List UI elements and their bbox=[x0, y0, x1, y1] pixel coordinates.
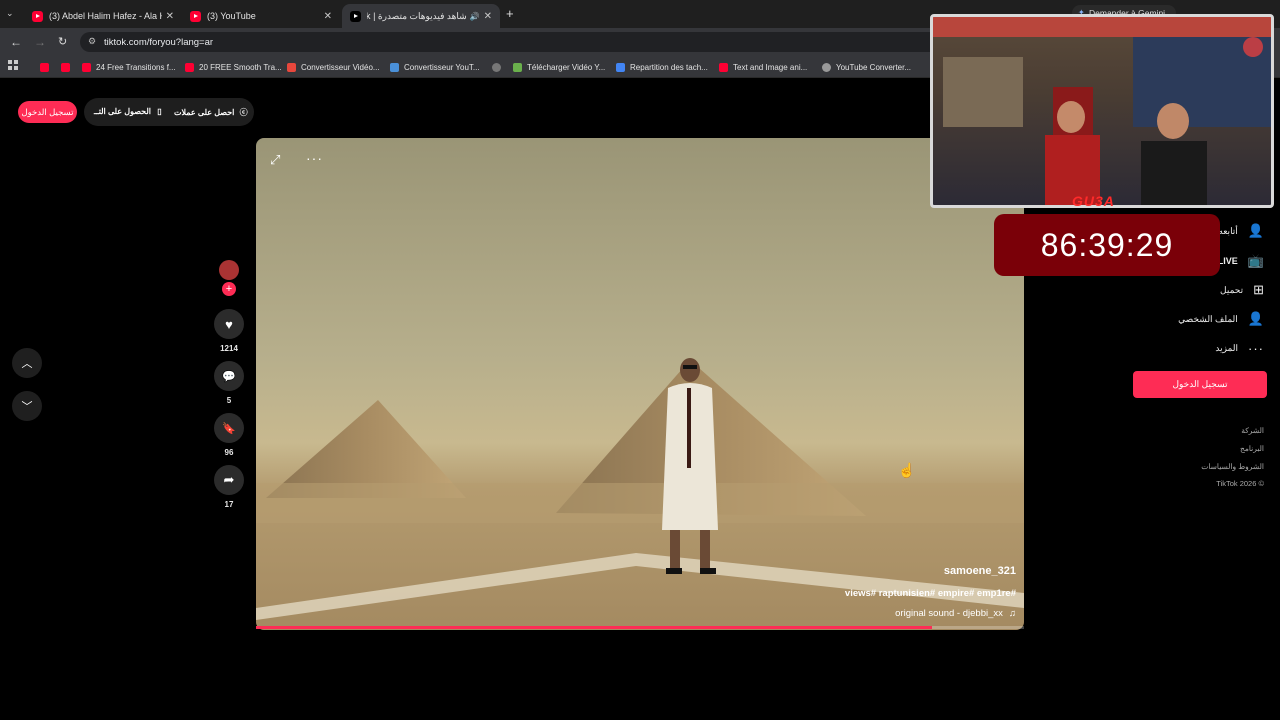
sidebar-login-button[interactable]: تسجيل الدخول bbox=[1133, 371, 1267, 398]
follow-plus-icon[interactable]: + bbox=[222, 282, 236, 296]
download-icon bbox=[513, 62, 522, 72]
coin-icon: ⓒ bbox=[239, 108, 248, 117]
like-button[interactable]: ♥ bbox=[214, 309, 244, 339]
bookmark-youtube[interactable] bbox=[61, 60, 75, 74]
video-sound[interactable]: original sound - djebbi_xx ♫ bbox=[895, 608, 1016, 619]
close-icon[interactable]: ✕ bbox=[166, 11, 174, 22]
video-frame-scene bbox=[256, 358, 1024, 620]
tab-abdel-halim[interactable]: (3) Abdel Halim Hafez - Ala Hes ✕ bbox=[24, 4, 182, 28]
hand-cursor-icon: ☝ bbox=[898, 462, 916, 478]
webcam-scene bbox=[933, 17, 1271, 205]
youtube-icon bbox=[82, 62, 91, 72]
bookmark-item[interactable]: Convertisseur Vidéo... bbox=[287, 60, 380, 74]
bookmark-item[interactable]: YouTube Converter... bbox=[822, 60, 911, 74]
comment-count: 5 bbox=[226, 396, 232, 405]
login-button[interactable]: تسجيل الدخول bbox=[18, 101, 77, 123]
comment-button[interactable]: 💬 bbox=[214, 361, 244, 391]
nav-upload[interactable]: تحميل ⊞ bbox=[1220, 282, 1264, 298]
tab-tiktok[interactable]: شاهد فيديوهات متصدرة | TikTok 🔊 ✕ bbox=[342, 4, 500, 28]
converter-icon bbox=[390, 62, 399, 72]
footer-terms[interactable]: الشروط والسياسات bbox=[1201, 462, 1264, 471]
address-bar[interactable]: ⚙ tiktok.com/foryou?lang=ar bbox=[80, 32, 940, 52]
footer-program[interactable]: البرنامج bbox=[1240, 444, 1264, 453]
plus-square-icon: ⊞ bbox=[1253, 282, 1264, 297]
site-info-icon[interactable]: ⚙ bbox=[88, 36, 96, 47]
tab-list-chevron-icon[interactable]: ⌄ bbox=[6, 8, 14, 19]
webcam-overlay bbox=[930, 14, 1274, 208]
bookmark-item[interactable]: Convertisseur YouT... bbox=[390, 60, 480, 74]
youtube-icon bbox=[32, 10, 43, 22]
nav-live[interactable]: LIVE 📺 bbox=[1218, 253, 1264, 269]
close-icon[interactable]: ✕ bbox=[484, 11, 492, 22]
save-count: 96 bbox=[224, 448, 234, 457]
streamer-left bbox=[1057, 101, 1085, 133]
chevron-up-icon: ︿ bbox=[21, 358, 33, 370]
fullscreen-icon[interactable]: ⤢ bbox=[270, 152, 280, 168]
new-tab-button[interactable]: + bbox=[506, 6, 514, 21]
person-icon: 👤 bbox=[1247, 311, 1264, 326]
footer-copyright: TikTok 2026 © bbox=[1216, 479, 1264, 488]
share-button[interactable]: ➦ bbox=[214, 465, 244, 495]
bookmark-item[interactable]: Repartition des tach... bbox=[616, 60, 708, 74]
get-coins-button[interactable]: احصل على عملات ⓒ bbox=[174, 107, 248, 118]
tiktok-icon bbox=[350, 10, 361, 22]
video-player[interactable]: ⤢ ··· samoene_321 views# raptunisien# em… bbox=[256, 138, 1024, 630]
youtube-icon bbox=[61, 62, 70, 72]
next-video-button[interactable]: ﹀ bbox=[12, 391, 42, 421]
channel-tag: GU3A bbox=[1072, 193, 1115, 209]
bookmark-item[interactable]: Télécharger Vidéo Y... bbox=[513, 60, 605, 74]
globe-icon bbox=[492, 62, 501, 72]
back-arrow-icon[interactable]: ← bbox=[10, 35, 22, 49]
z-logo-icon bbox=[287, 62, 296, 72]
add-user-icon: 👤 bbox=[1247, 223, 1264, 238]
reload-icon[interactable]: ↻ bbox=[58, 35, 67, 48]
nav-more[interactable]: المزيد ··· bbox=[1215, 341, 1264, 356]
docs-icon bbox=[616, 62, 625, 72]
tab-youtube[interactable]: (3) YouTube ✕ bbox=[182, 4, 340, 28]
comment-icon: 💬 bbox=[222, 370, 236, 383]
bookmark-item[interactable]: Text and Image ani... bbox=[719, 60, 807, 74]
streamer-right bbox=[1157, 103, 1189, 139]
get-app-button[interactable]: الحصول على التــ ▯ bbox=[94, 107, 162, 116]
chevron-down-icon: ﹀ bbox=[21, 401, 33, 413]
apps-grid-icon[interactable] bbox=[8, 60, 18, 70]
man-figure bbox=[662, 358, 718, 574]
previous-video-button[interactable]: ︿ bbox=[12, 348, 42, 378]
phone-icon: ▯ bbox=[157, 107, 162, 116]
video-username[interactable]: samoene_321 bbox=[944, 565, 1016, 577]
bookmark-item[interactable]: 20 FREE Smooth Tra... bbox=[185, 60, 282, 74]
heart-icon: ♥ bbox=[225, 316, 233, 332]
bookmark-globe[interactable] bbox=[492, 60, 506, 74]
bookmark-youtube[interactable] bbox=[40, 60, 54, 74]
bookmark-icon: 🔖 bbox=[222, 422, 236, 435]
more-options-icon[interactable]: ··· bbox=[306, 150, 323, 166]
like-count: 1214 bbox=[220, 344, 238, 353]
close-icon[interactable]: ✕ bbox=[324, 11, 332, 22]
youtube-icon bbox=[40, 62, 49, 72]
music-note-icon: ♫ bbox=[1008, 608, 1016, 619]
youtube-icon bbox=[719, 62, 728, 72]
bookmark-item[interactable]: 24 Free Transitions f... bbox=[82, 60, 176, 74]
video-progress-fill bbox=[256, 626, 932, 629]
share-arrow-icon: ➦ bbox=[223, 472, 235, 487]
youtube-icon bbox=[185, 62, 194, 72]
forward-arrow-icon[interactable]: → bbox=[34, 35, 46, 49]
nav-following[interactable]: أتابعه 👤 bbox=[1218, 223, 1264, 239]
nav-profile[interactable]: الملف الشخصي 👤 bbox=[1178, 311, 1264, 327]
ellipsis-icon: ··· bbox=[1248, 341, 1264, 356]
live-tv-icon: 📺 bbox=[1247, 253, 1264, 268]
share-count: 17 bbox=[224, 500, 234, 509]
countdown-timer: 86:39:29 bbox=[994, 214, 1220, 276]
youtube-icon bbox=[190, 10, 201, 22]
video-hashtags[interactable]: views# raptunisien# empire# emp1re# bbox=[845, 588, 1016, 599]
save-button[interactable]: 🔖 bbox=[214, 413, 244, 443]
globe-icon bbox=[822, 62, 831, 72]
creator-avatar[interactable] bbox=[219, 260, 239, 280]
audio-playing-icon[interactable]: 🔊 bbox=[470, 12, 480, 21]
footer-company[interactable]: الشركة bbox=[1241, 426, 1264, 435]
